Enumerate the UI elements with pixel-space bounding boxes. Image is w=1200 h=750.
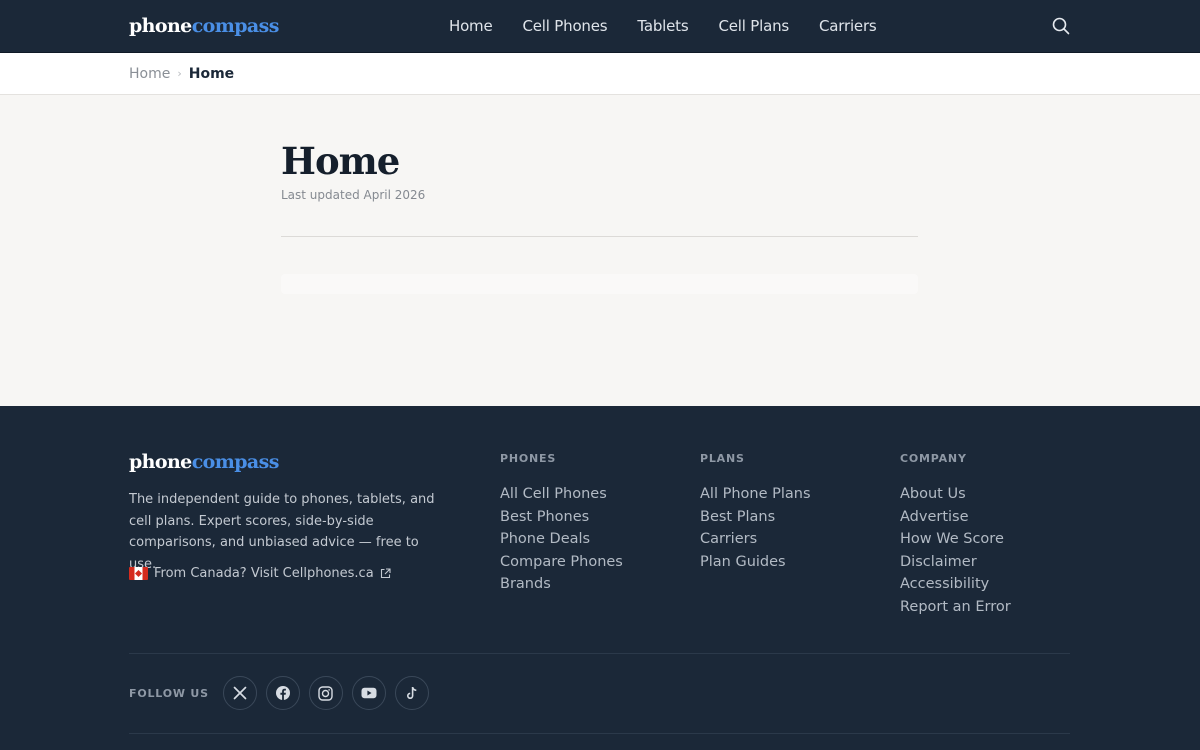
footer-link-advertise[interactable]: Advertise	[900, 509, 969, 525]
site-footer: phonecompass The independent guide to ph…	[0, 406, 1200, 750]
x-icon	[233, 686, 247, 700]
youtube-icon	[361, 687, 377, 699]
search-icon	[1052, 17, 1070, 35]
breadcrumb-separator: ›	[177, 67, 182, 80]
footer-column-phones: PHONES All Cell Phones Best Phones Phone…	[500, 452, 623, 596]
follow-us-label: FOLLOW US	[129, 686, 209, 700]
footer-link-report-error[interactable]: Report an Error	[900, 599, 1011, 615]
nav-cell-plans[interactable]: Cell Plans	[718, 17, 789, 35]
social-x-button[interactable]	[222, 676, 257, 710]
content-divider	[281, 236, 918, 237]
canada-flag-icon	[129, 567, 148, 580]
footer-column-plans: PLANS All Phone Plans Best Plans Carrier…	[700, 452, 811, 573]
logo-text-compass: compass	[191, 15, 280, 37]
footer-heading-company: COMPANY	[900, 452, 967, 465]
footer-link-about-us[interactable]: About Us	[900, 486, 966, 502]
breadcrumb: Home › Home	[129, 53, 234, 94]
footer-logo[interactable]: phonecompass	[129, 450, 279, 474]
content-placeholder	[281, 274, 918, 294]
tiktok-icon	[406, 686, 417, 699]
nav-tablets[interactable]: Tablets	[637, 17, 688, 35]
canada-link[interactable]: From Canada? Visit Cellphones.ca	[129, 566, 391, 581]
search-button[interactable]	[1050, 15, 1072, 37]
footer-divider	[129, 653, 1070, 654]
breadcrumb-bar: Home › Home	[0, 53, 1200, 95]
breadcrumb-current: Home	[188, 65, 235, 82]
footer-link-phone-deals[interactable]: Phone Deals	[500, 531, 590, 547]
footer-link-brands[interactable]: Brands	[500, 576, 551, 592]
site-header: phonecompass Home Cell Phones Tablets Ce…	[0, 0, 1200, 53]
footer-column-company: COMPANY About Us Advertise How We Score …	[900, 452, 1011, 618]
footer-link-plan-guides[interactable]: Plan Guides	[700, 554, 786, 570]
facebook-icon	[275, 686, 290, 700]
footer-link-accessibility[interactable]: Accessibility	[900, 576, 989, 592]
footer-logo-text-compass: compass	[191, 451, 280, 473]
footer-link-best-phones[interactable]: Best Phones	[500, 509, 589, 525]
social-tiktok-button[interactable]	[394, 676, 429, 710]
footer-bottom-divider	[129, 733, 1070, 734]
social-facebook-button[interactable]	[265, 676, 300, 710]
follow-us-row: FOLLOW US	[129, 676, 429, 710]
footer-link-compare-phones[interactable]: Compare Phones	[500, 554, 623, 570]
main-nav: Home Cell Phones Tablets Cell Plans Carr…	[449, 0, 877, 52]
last-updated: Last updated April 2026	[281, 188, 426, 202]
instagram-icon	[318, 685, 334, 701]
footer-link-all-cell-phones[interactable]: All Cell Phones	[500, 486, 607, 502]
footer-link-disclaimer[interactable]: Disclaimer	[900, 554, 977, 570]
footer-link-best-plans[interactable]: Best Plans	[700, 509, 775, 525]
footer-link-all-phone-plans[interactable]: All Phone Plans	[700, 486, 811, 502]
footer-heading-phones: PHONES	[500, 452, 557, 465]
footer-heading-plans: PLANS	[700, 452, 745, 465]
footer-logo-text-phone: phone	[129, 451, 192, 473]
footer-description: The independent guide to phones, tablets…	[129, 492, 435, 572]
nav-cell-phones[interactable]: Cell Phones	[523, 17, 608, 35]
logo-text-phone: phone	[129, 15, 192, 37]
canada-link-label: From Canada? Visit Cellphones.ca	[154, 566, 374, 581]
social-instagram-button[interactable]	[308, 676, 343, 710]
nav-home[interactable]: Home	[449, 17, 493, 35]
social-youtube-button[interactable]	[351, 676, 386, 710]
site-logo[interactable]: phonecompass	[129, 13, 279, 39]
nav-carriers[interactable]: Carriers	[819, 17, 877, 35]
social-links	[222, 676, 429, 710]
external-link-icon	[380, 568, 391, 579]
footer-link-how-we-score[interactable]: How We Score	[900, 531, 1004, 547]
page-title: Home	[281, 139, 400, 183]
footer-link-carriers[interactable]: Carriers	[700, 531, 757, 547]
breadcrumb-home-link[interactable]: Home	[129, 66, 170, 82]
